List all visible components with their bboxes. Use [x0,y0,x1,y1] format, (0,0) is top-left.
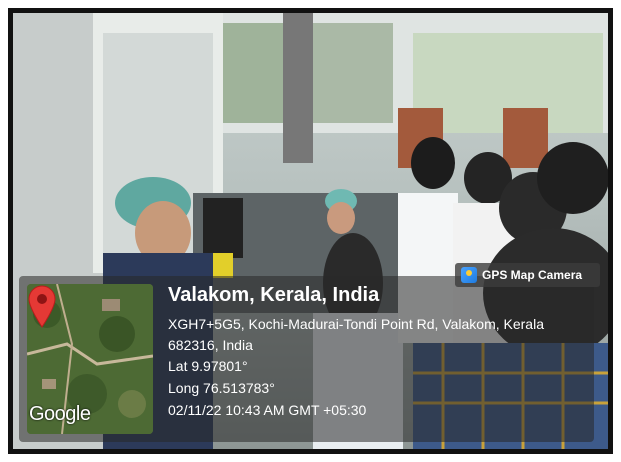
latitude: Lat 9.97801° [168,358,248,374]
longitude: Long 76.513783° [168,380,275,396]
geotag-overlay: Google Valakom, Kerala, India XGH7+5G5, … [19,276,594,442]
date-time: 02/11/22 10:43 AM GMT +05:30 [168,402,367,418]
camera-pin-icon [461,267,477,283]
street-address: XGH7+5G5, Kochi-Madurai-Tondi Point Rd, … [168,316,544,353]
location-map-thumbnail: Google [27,284,153,434]
gps-map-camera-badge: GPS Map Camera [455,263,600,287]
map-pin-icon [28,285,56,328]
map-brand-logo: Google [29,403,91,425]
badge-label: GPS Map Camera [482,268,583,282]
place-name: Valakom, Kerala, India [168,284,380,306]
